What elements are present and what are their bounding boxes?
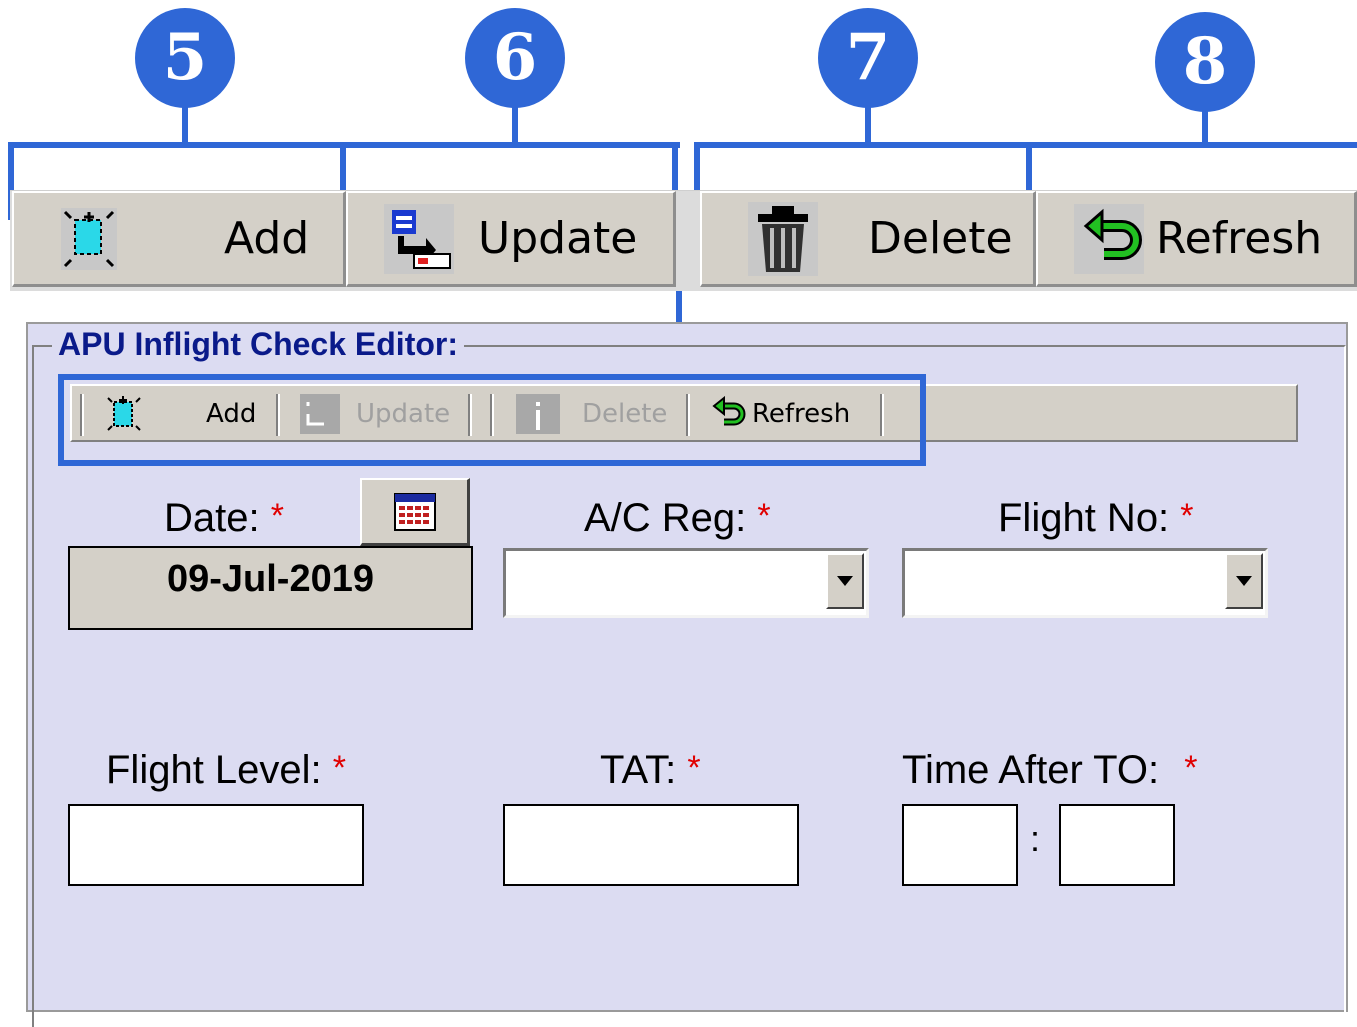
flight-no-select[interactable]	[902, 548, 1268, 618]
calendar-icon	[393, 492, 436, 531]
callout-6: 6	[465, 8, 565, 108]
callout-7-stem	[865, 106, 871, 146]
flight-no-label-text: Flight No:	[998, 496, 1170, 540]
ac-reg-label-text: A/C Reg:	[584, 496, 747, 540]
main-toolbar: Add Update Delete Refresh	[10, 190, 1357, 291]
ac-reg-select[interactable]	[503, 548, 869, 618]
callout-6-stem	[512, 106, 518, 146]
add-button-label: Add	[224, 213, 310, 264]
flight-no-required-marker: *	[1180, 497, 1194, 535]
time-after-to-label: Time After TO: *	[902, 748, 1197, 793]
update-record-icon	[384, 203, 454, 274]
refresh-icon	[1074, 203, 1144, 274]
flight-level-label-text: Flight Level:	[106, 748, 322, 792]
date-required-marker: *	[270, 497, 284, 535]
editor-title: APU Inflight Check Editor:	[52, 326, 464, 363]
flight-level-label: Flight Level: *	[106, 748, 346, 793]
callout-6-highlight-box	[58, 374, 926, 466]
add-button[interactable]: Add	[12, 191, 346, 287]
date-label: Date: *	[164, 496, 284, 541]
date-label-text: Date:	[164, 496, 260, 540]
add-record-icon	[54, 204, 124, 274]
tat-required-marker: *	[687, 749, 701, 787]
tat-label: TAT: *	[600, 748, 701, 793]
time-after-to-hours-input[interactable]	[902, 804, 1018, 886]
update-button[interactable]: Update	[346, 191, 676, 287]
bracket-7-top	[694, 142, 1034, 148]
flight-level-required-marker: *	[332, 749, 347, 787]
bracket-5-top	[8, 142, 348, 148]
date-field[interactable]: 09-Jul-2019	[68, 546, 473, 630]
time-separator: :	[1030, 818, 1041, 859]
bracket-8-top	[1026, 142, 1357, 148]
callout-7: 7	[818, 8, 918, 108]
flight-no-label: Flight No: *	[998, 496, 1194, 541]
refresh-button-label: Refresh	[1156, 213, 1323, 264]
ac-reg-required-marker: *	[757, 497, 771, 535]
flight-no-dropdown-button[interactable]	[1225, 553, 1263, 609]
time-after-to-minutes-input[interactable]	[1059, 804, 1175, 886]
flight-level-input[interactable]	[68, 804, 364, 886]
callout-5: 5	[135, 8, 235, 108]
ac-reg-dropdown-button[interactable]	[826, 553, 864, 609]
time-after-to-label-text: Time After TO:	[902, 748, 1160, 792]
calendar-button[interactable]	[360, 478, 470, 546]
tat-input[interactable]	[503, 804, 799, 886]
ac-reg-label: A/C Reg: *	[584, 496, 771, 541]
update-button-label: Update	[478, 213, 638, 264]
chevron-down-icon	[1236, 576, 1252, 586]
tat-label-text: TAT:	[600, 748, 677, 792]
bracket-6-top	[340, 142, 680, 148]
delete-button-label: Delete	[868, 213, 1013, 264]
callout-5-stem	[182, 106, 188, 146]
refresh-button[interactable]: Refresh	[1036, 191, 1357, 287]
chevron-down-icon	[837, 576, 853, 586]
trash-icon	[748, 201, 818, 276]
callout-8-stem	[1202, 108, 1208, 146]
delete-button[interactable]: Delete	[700, 191, 1036, 287]
callout-8: 8	[1155, 12, 1255, 112]
time-after-to-required-marker: *	[1184, 749, 1198, 787]
